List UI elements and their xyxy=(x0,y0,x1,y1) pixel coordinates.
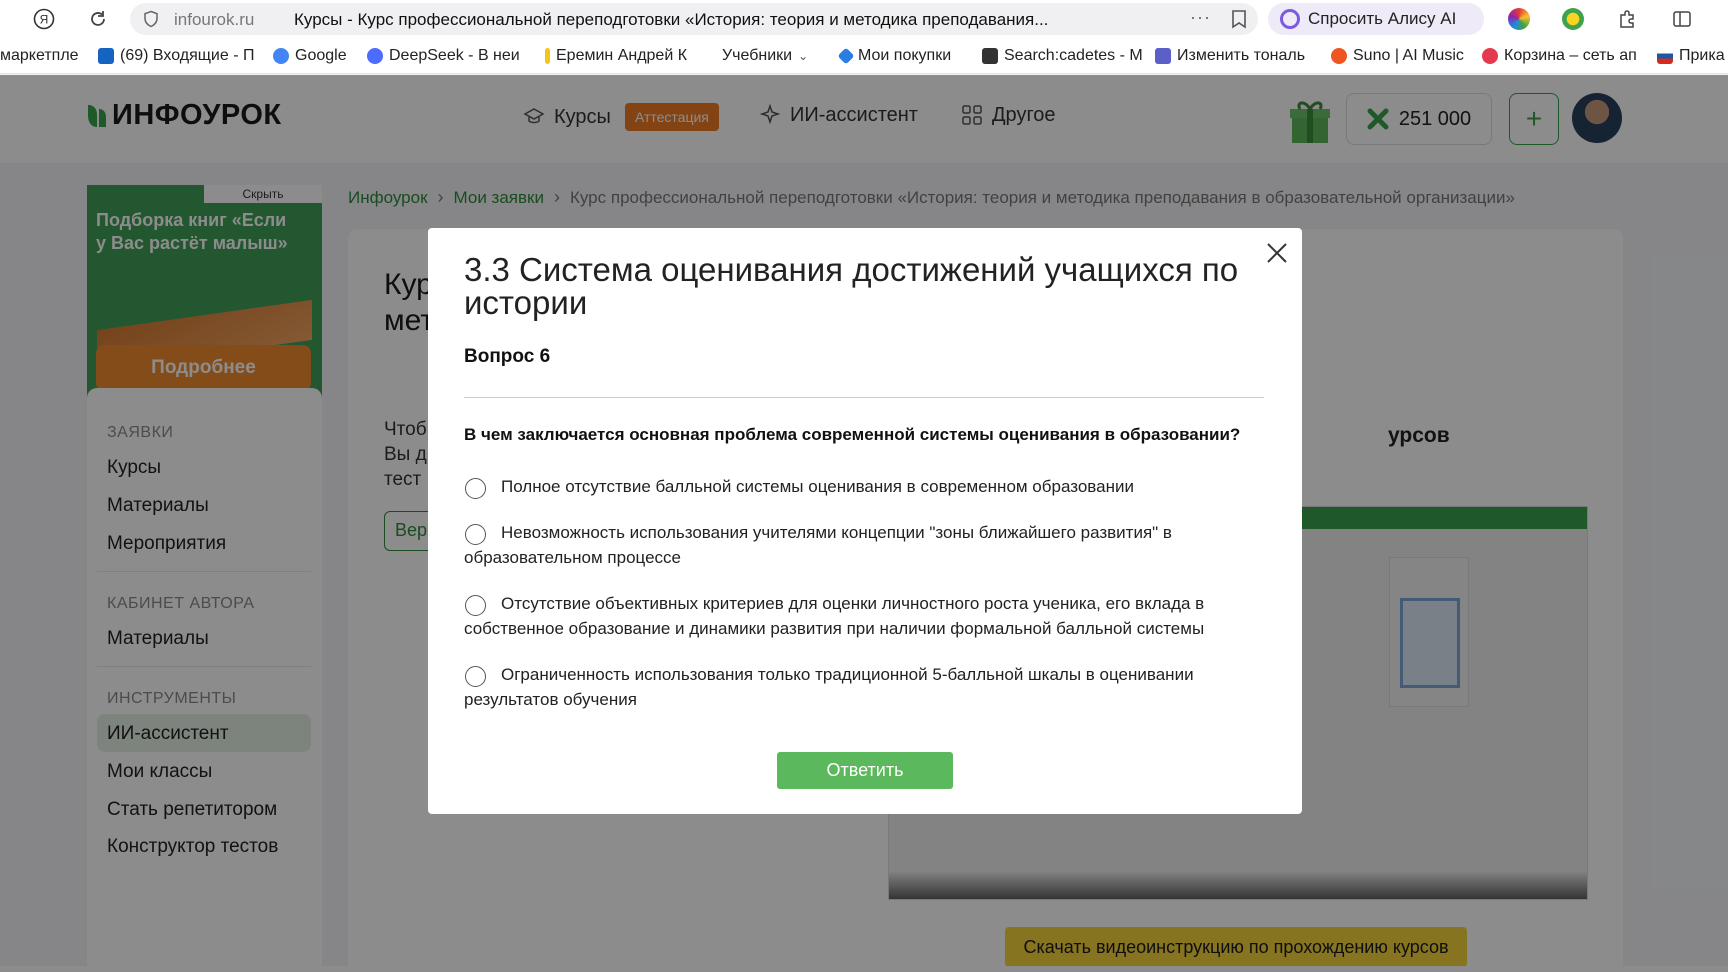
search-favicon-icon xyxy=(982,48,998,64)
modal-divider xyxy=(464,397,1264,398)
bookmark-favicon-icon xyxy=(545,48,550,64)
extensions-puzzle-icon[interactable] xyxy=(1616,7,1640,31)
alice-icon xyxy=(1280,9,1300,29)
question-text: В чем заключается основная проблема совр… xyxy=(464,425,1241,444)
bookmark-item[interactable]: Изменить тональ xyxy=(1155,47,1305,65)
bookmark-item[interactable]: Прика xyxy=(1657,47,1725,65)
submit-answer-button[interactable]: Ответить xyxy=(777,752,953,789)
v-favicon-icon xyxy=(1155,48,1171,64)
ask-alice-button[interactable]: Спросить Алису AI xyxy=(1268,3,1484,35)
sidebar-panel-icon[interactable] xyxy=(1670,7,1694,31)
address-bar[interactable]: infourok.ru Курсы - Курс профессионально… xyxy=(130,3,1258,35)
question-number: Вопрос 6 xyxy=(464,346,551,367)
suno-icon xyxy=(1331,48,1347,64)
url-domain[interactable]: infourok.ru xyxy=(174,10,254,30)
bookmark-item[interactable]: Google xyxy=(273,47,347,65)
extension-green-icon[interactable] xyxy=(1562,8,1584,30)
answer-options: Полное отсутствие балльной системы оцени… xyxy=(464,474,1254,712)
bookmark-item[interactable]: DeepSeek - В неи xyxy=(367,47,520,65)
radio-button[interactable] xyxy=(465,595,486,616)
bookmark-item[interactable]: Еремин Андрей К xyxy=(545,47,687,65)
purchases-icon xyxy=(837,47,855,65)
heart-icon xyxy=(1482,48,1498,64)
chevron-down-icon: ⌄ xyxy=(798,49,809,63)
bookmark-item[interactable]: (69) Входящие - П xyxy=(98,47,254,65)
quiz-modal: 3.3 Система оценивания достижений учащих… xyxy=(428,228,1302,814)
bookmark-item[interactable]: Search:cadetes - M xyxy=(982,47,1143,65)
answer-option[interactable]: Полное отсутствие балльной системы оцени… xyxy=(464,474,1254,499)
bookmark-item[interactable]: Suno | AI Music xyxy=(1331,47,1464,65)
radio-button[interactable] xyxy=(465,524,486,545)
answer-option[interactable]: Отсутствие объективных критериев для оце… xyxy=(464,591,1254,641)
bookmark-folder[interactable]: Учебники ⌄ xyxy=(722,47,808,65)
extension-star-icon[interactable] xyxy=(1508,8,1530,30)
radio-button[interactable] xyxy=(465,666,486,687)
bookmark-item[interactable]: маркетпле xyxy=(0,47,79,65)
svg-text:Я: Я xyxy=(40,13,49,27)
bookmarks-bar: маркетпле (69) Входящие - П Google DeepS… xyxy=(0,38,1728,74)
bookmark-icon[interactable] xyxy=(1230,9,1248,29)
mail-icon xyxy=(98,48,114,64)
modal-title: 3.3 Система оценивания достижений учащих… xyxy=(464,251,1239,321)
answer-option[interactable]: Невозможность использования учителями ко… xyxy=(464,520,1254,570)
flag-icon xyxy=(1657,48,1673,64)
google-icon xyxy=(273,48,289,64)
more-icon[interactable]: ··· xyxy=(1190,7,1211,28)
tab-title: Курсы - Курс профессиональной переподгот… xyxy=(294,10,1049,29)
browser-toolbar: Я infourok.ru Курсы - Курс профессиональ… xyxy=(0,0,1728,38)
answer-option[interactable]: Ограниченность использования только трад… xyxy=(464,662,1254,712)
radio-button[interactable] xyxy=(465,478,486,499)
bookmark-item[interactable]: Корзина – сеть ап xyxy=(1482,47,1637,65)
ask-alice-label: Спросить Алису AI xyxy=(1308,9,1457,28)
shield-icon[interactable] xyxy=(142,10,160,28)
close-icon[interactable] xyxy=(1264,240,1290,266)
deepseek-icon xyxy=(367,48,383,64)
bookmark-item[interactable]: Мои покупки xyxy=(837,47,951,65)
yandex-icon[interactable]: Я xyxy=(32,7,56,31)
reload-icon[interactable] xyxy=(86,7,110,31)
